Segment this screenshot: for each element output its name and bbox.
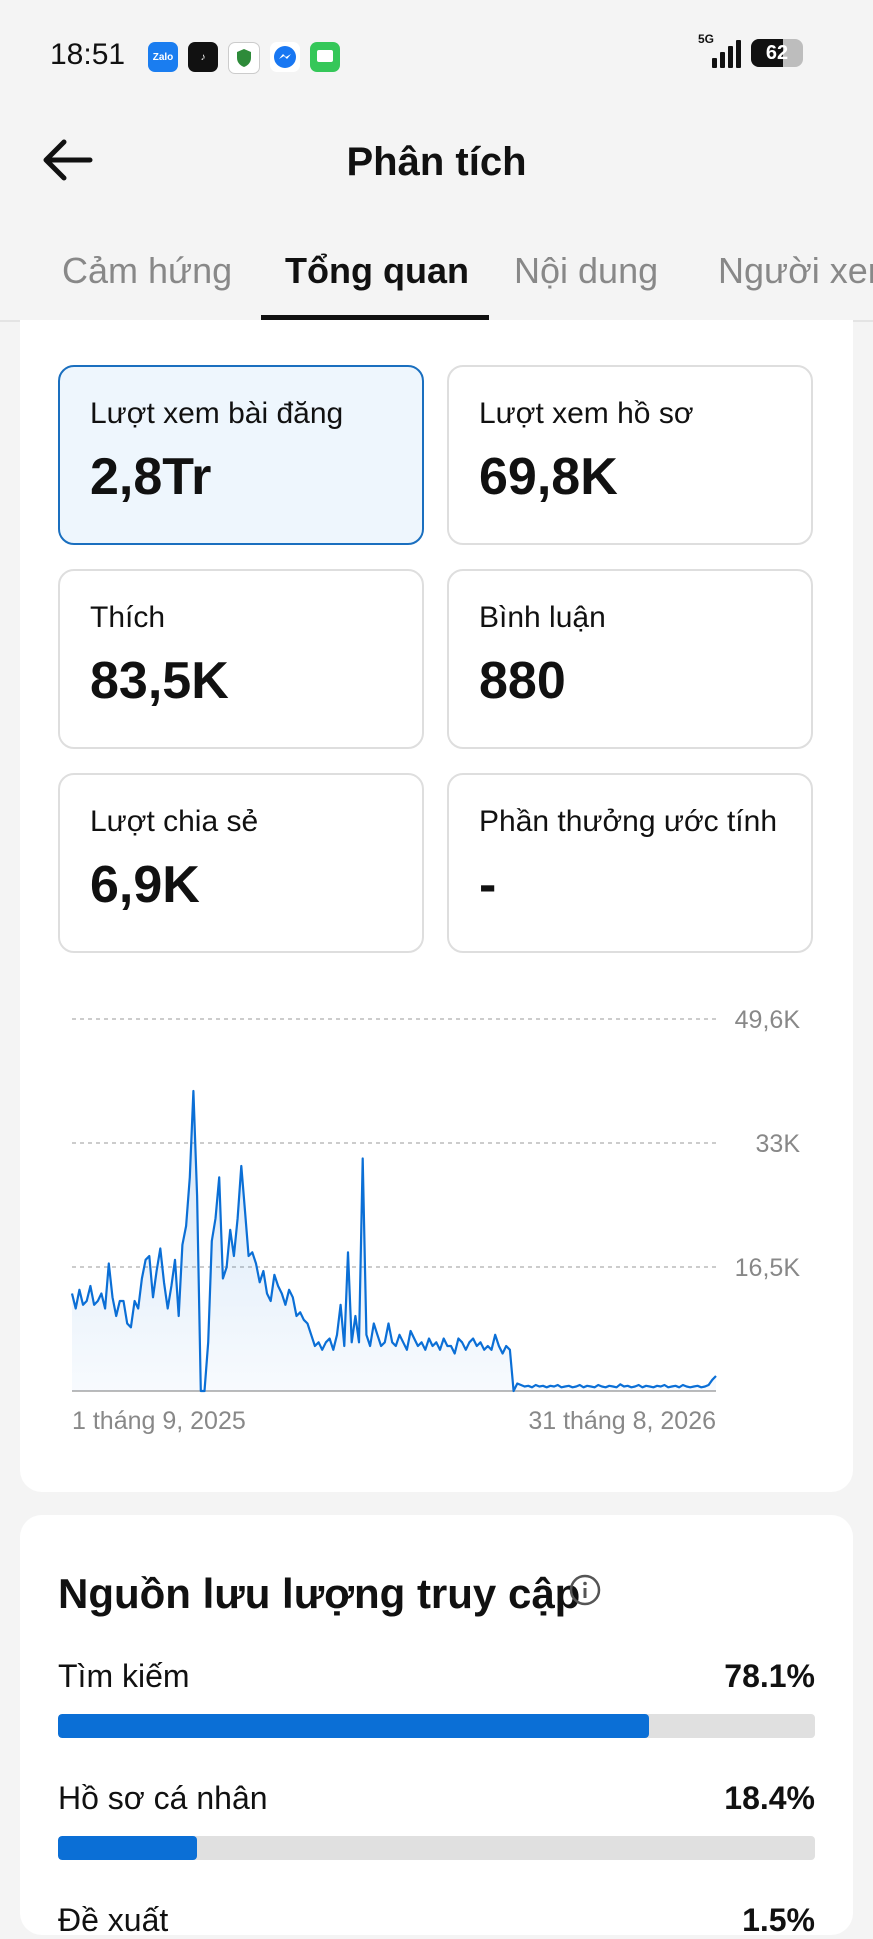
- zalo-icon: Zalo: [148, 42, 178, 72]
- traffic-label-search: Tìm kiếm: [58, 1658, 190, 1694]
- y-tick-label: 33K: [756, 1130, 801, 1158]
- traffic-percent-profile: 18.4%: [724, 1780, 815, 1816]
- traffic-percent-suggested: 1.5%: [742, 1902, 815, 1938]
- notification-icons: Zalo ♪: [148, 42, 340, 74]
- section-title: Nguồn lưu lượng truy cập: [58, 1570, 581, 1617]
- signal-icon: 5G: [698, 32, 741, 68]
- shield-icon: [228, 42, 260, 74]
- status-time: 18:51: [50, 38, 126, 71]
- traffic-sources-section: Nguồn lưu lượng truy cập Tìm kiếm 78.1% …: [20, 1515, 853, 1938]
- tab-bar: Cảm hứng Tổng quan Nội dung Người xem: [0, 222, 873, 322]
- traffic-bar-fill: [58, 1836, 198, 1860]
- traffic-label-profile: Hồ sơ cá nhân: [58, 1780, 268, 1816]
- network-type: 5G: [698, 32, 715, 46]
- x-tick-label-start: 1 tháng 9, 2025: [72, 1407, 246, 1435]
- traffic-bar-profile: [58, 1836, 815, 1860]
- app-header: Phân tích: [0, 110, 873, 210]
- messages-icon: [310, 42, 340, 72]
- page-title: Phân tích: [346, 140, 527, 184]
- x-tick-label-end: 31 tháng 8, 2026: [528, 1407, 716, 1435]
- views-chart: 49,6K 33K 16,5K 1 tháng 9, 2025 31 tháng…: [70, 1006, 801, 1435]
- traffic-bar-search: [58, 1714, 815, 1738]
- status-bar: 18:51 Zalo ♪ 5G 62: [0, 0, 873, 110]
- y-tick-label: 16,5K: [735, 1254, 801, 1282]
- messenger-icon: [270, 42, 300, 72]
- series-area: [72, 1091, 716, 1391]
- tab-inspiration[interactable]: Cảm hứng: [62, 250, 232, 292]
- tab-overview[interactable]: Tổng quan: [285, 250, 469, 292]
- tab-content[interactable]: Nội dung: [514, 250, 658, 292]
- tab-viewers[interactable]: Người xem: [718, 250, 873, 292]
- tiktok-icon: ♪: [188, 42, 218, 72]
- y-tick-label: 49,6K: [735, 1006, 801, 1034]
- system-indicators: 5G 62: [698, 32, 803, 68]
- traffic-label-suggested: Đề xuất: [58, 1902, 169, 1938]
- info-icon[interactable]: [568, 1573, 602, 1607]
- battery-icon: 62: [751, 39, 803, 67]
- overview-panel: Lượt xem bài đăng 2,8Tr Lượt xem hồ sơ 6…: [20, 320, 853, 1492]
- traffic-percent-search: 78.1%: [724, 1658, 815, 1694]
- battery-level: 62: [765, 42, 789, 64]
- traffic-bar-fill: [58, 1714, 650, 1738]
